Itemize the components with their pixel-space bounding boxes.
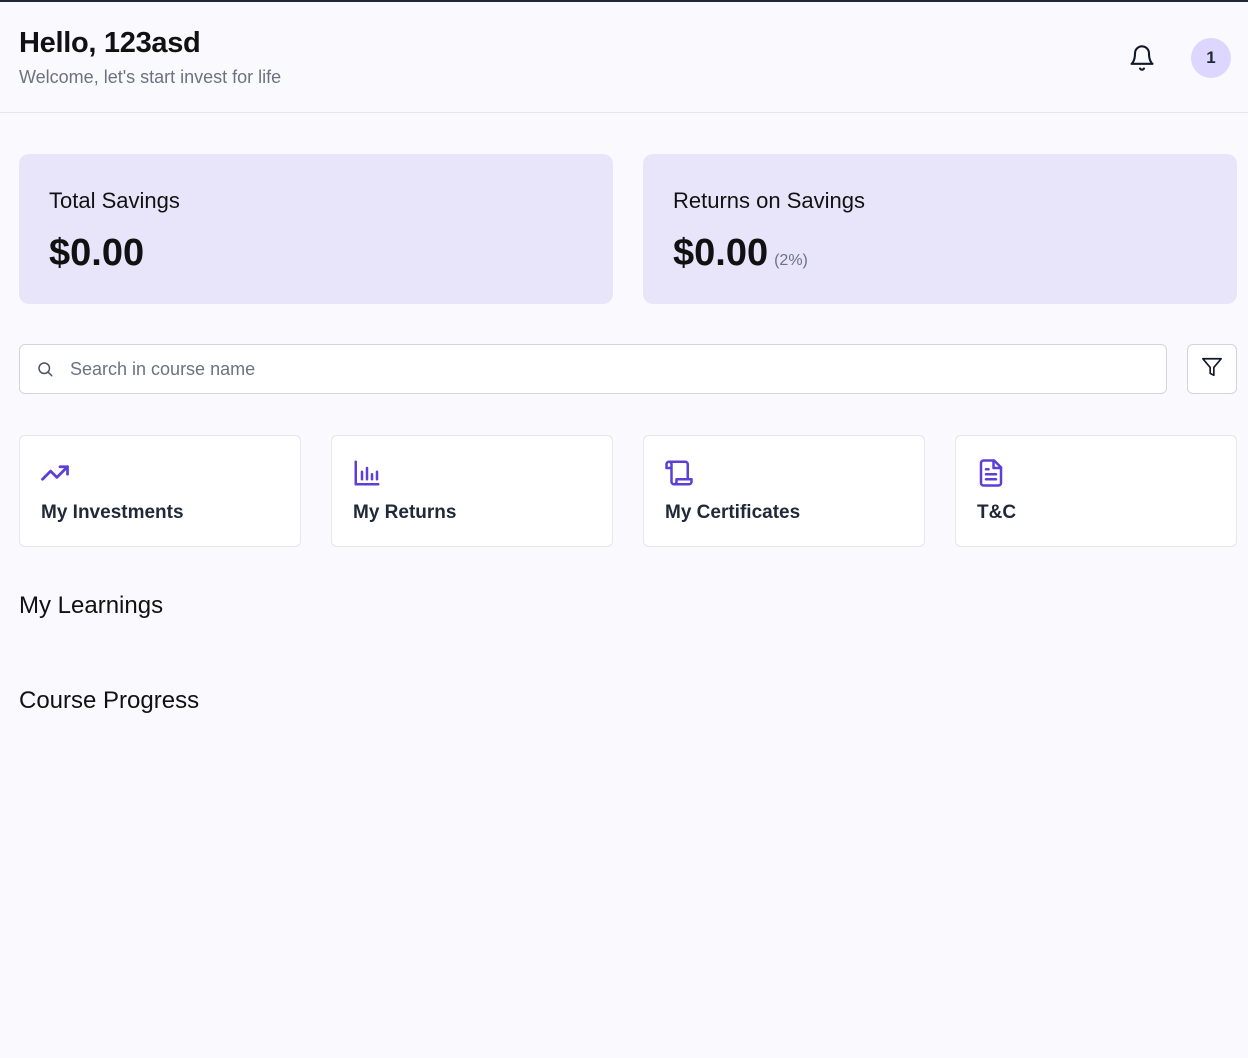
greeting-title: Hello, 123asd xyxy=(19,27,201,59)
terms-card[interactable]: T&C xyxy=(955,435,1237,547)
my-returns-card[interactable]: My Returns xyxy=(331,435,613,547)
terms-label: T&C xyxy=(977,502,1017,523)
page: Hello, 123asd Welcome, let's start inves… xyxy=(0,0,1248,1058)
search-icon xyxy=(36,360,54,378)
header: Hello, 123asd Welcome, let's start inves… xyxy=(0,2,1248,113)
returns-label: Returns on Savings xyxy=(673,188,865,213)
returns-value: $0.00 xyxy=(673,232,769,274)
document-icon xyxy=(976,458,1006,488)
my-learnings-title: My Learnings xyxy=(19,592,164,619)
avatar[interactable]: 1 xyxy=(1191,38,1231,78)
filter-button[interactable] xyxy=(1187,344,1237,394)
search-input[interactable] xyxy=(70,345,1150,393)
my-certificates-label: My Certificates xyxy=(665,502,801,523)
scroll-icon xyxy=(664,458,694,488)
returns-percent: (2%) xyxy=(774,252,808,269)
returns-value-row: $0.00 (2%) xyxy=(673,232,808,275)
returns-card: Returns on Savings $0.00 (2%) xyxy=(643,154,1237,304)
notification-bell-icon[interactable] xyxy=(1128,44,1156,72)
my-returns-label: My Returns xyxy=(353,502,457,523)
my-investments-label: My Investments xyxy=(41,502,184,523)
trending-up-icon xyxy=(40,458,70,488)
total-savings-card: Total Savings $0.00 xyxy=(19,154,613,304)
course-progress-title: Course Progress xyxy=(19,687,200,714)
my-certificates-card[interactable]: My Certificates xyxy=(643,435,925,547)
search-bar[interactable] xyxy=(19,344,1167,394)
total-savings-value: $0.00 xyxy=(49,232,145,274)
bar-chart-icon xyxy=(352,458,382,488)
filter-icon xyxy=(1201,356,1223,383)
greeting-subtitle: Welcome, let's start invest for life xyxy=(19,67,282,87)
my-investments-card[interactable]: My Investments xyxy=(19,435,301,547)
total-savings-label: Total Savings xyxy=(49,188,180,213)
